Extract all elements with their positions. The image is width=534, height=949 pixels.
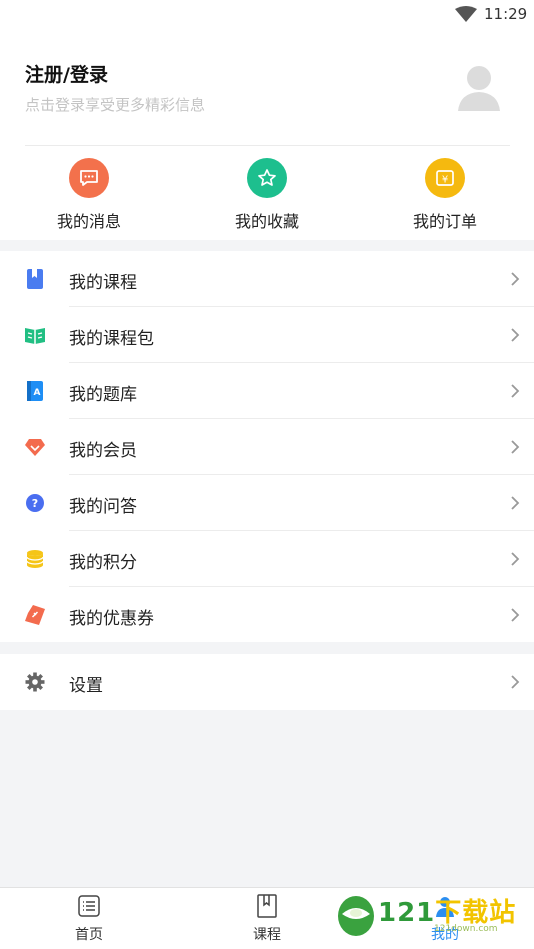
question-bank-icon: A	[27, 381, 43, 401]
points-coin-icon	[26, 550, 44, 568]
tab-home[interactable]: 首页	[49, 894, 129, 944]
chevron-right-icon	[511, 496, 520, 510]
menu-item-my-course-packages[interactable]: 我的课程包	[0, 307, 534, 363]
menu-item-label: 我的课程包	[69, 329, 154, 349]
watermark-url: 121down.com	[434, 924, 498, 934]
menu-item-label: 我的问答	[69, 497, 137, 517]
menu-item-label: 我的课程	[69, 273, 137, 293]
tab-label: 课程	[253, 927, 281, 943]
menu-item-label: 设置	[69, 676, 103, 696]
quick-action-orders[interactable]: ¥ 我的订单	[385, 158, 505, 238]
quick-action-messages[interactable]: 我的消息	[29, 158, 149, 238]
chevron-right-icon	[511, 272, 520, 286]
menu-item-my-points[interactable]: 我的积分	[0, 531, 534, 587]
gear-icon	[25, 672, 45, 692]
svg-text:A: A	[34, 388, 41, 398]
message-icon	[69, 158, 109, 198]
menu-item-my-membership[interactable]: 我的会员	[0, 419, 534, 475]
watermark-ball-icon	[338, 896, 374, 936]
chevron-right-icon	[511, 328, 520, 342]
watermark-number: 121	[378, 898, 436, 928]
status-time: 11:29	[484, 5, 528, 23]
menu-item-settings[interactable]: 设置	[0, 654, 534, 710]
menu-item-label: 我的题库	[69, 385, 137, 405]
quick-action-favorites[interactable]: 我的收藏	[207, 158, 327, 238]
menu-item-my-question-bank[interactable]: A 我的题库	[0, 363, 534, 419]
chevron-right-icon	[511, 384, 520, 398]
chevron-right-icon	[511, 675, 520, 689]
menu-item-my-coupons[interactable]: 我的优惠券	[0, 587, 534, 643]
profile-header: 注册/登录 点击登录享受更多精彩信息 我的消息 我的收藏 ¥ 我的订单	[0, 30, 534, 240]
membership-icon	[25, 439, 45, 456]
svg-text:?: ?	[32, 497, 38, 510]
quick-action-label: 我的消息	[56, 212, 121, 231]
course-package-icon	[25, 328, 45, 344]
menu-item-label: 我的会员	[69, 441, 137, 461]
menu-item-my-qa[interactable]: ? 我的问答	[0, 475, 534, 531]
divider	[25, 145, 510, 146]
wifi-icon	[455, 6, 477, 22]
course-icon	[257, 894, 277, 918]
star-icon	[247, 158, 287, 198]
watermark-logo: 121下载站 121down.com	[336, 890, 526, 945]
coupon-icon	[25, 605, 45, 625]
status-bar: 11:29	[0, 0, 534, 30]
quick-action-label: 我的订单	[412, 212, 477, 231]
order-icon: ¥	[425, 158, 465, 198]
home-list-icon	[78, 895, 100, 917]
settings-section: 设置	[0, 654, 534, 710]
menu-item-label: 我的积分	[69, 553, 137, 573]
avatar[interactable]	[456, 63, 502, 113]
chevron-right-icon	[511, 608, 520, 622]
menu-item-my-courses[interactable]: 我的课程	[0, 251, 534, 307]
course-book-icon	[27, 269, 43, 289]
login-hint[interactable]: 点击登录享受更多精彩信息	[25, 94, 205, 115]
login-register-title[interactable]: 注册/登录	[25, 60, 108, 87]
chevron-right-icon	[511, 440, 520, 454]
svg-text:¥: ¥	[442, 175, 448, 186]
chevron-right-icon	[511, 552, 520, 566]
menu-list: 我的课程 我的课程包 A 我的题库 我的会员 ? 我的问答 我的积分 我的优惠券	[0, 251, 534, 642]
question-answer-icon: ?	[26, 494, 44, 512]
menu-item-label: 我的优惠券	[69, 609, 154, 629]
tab-courses[interactable]: 课程	[227, 894, 307, 944]
tab-label: 首页	[75, 927, 103, 943]
quick-action-label: 我的收藏	[234, 212, 299, 231]
